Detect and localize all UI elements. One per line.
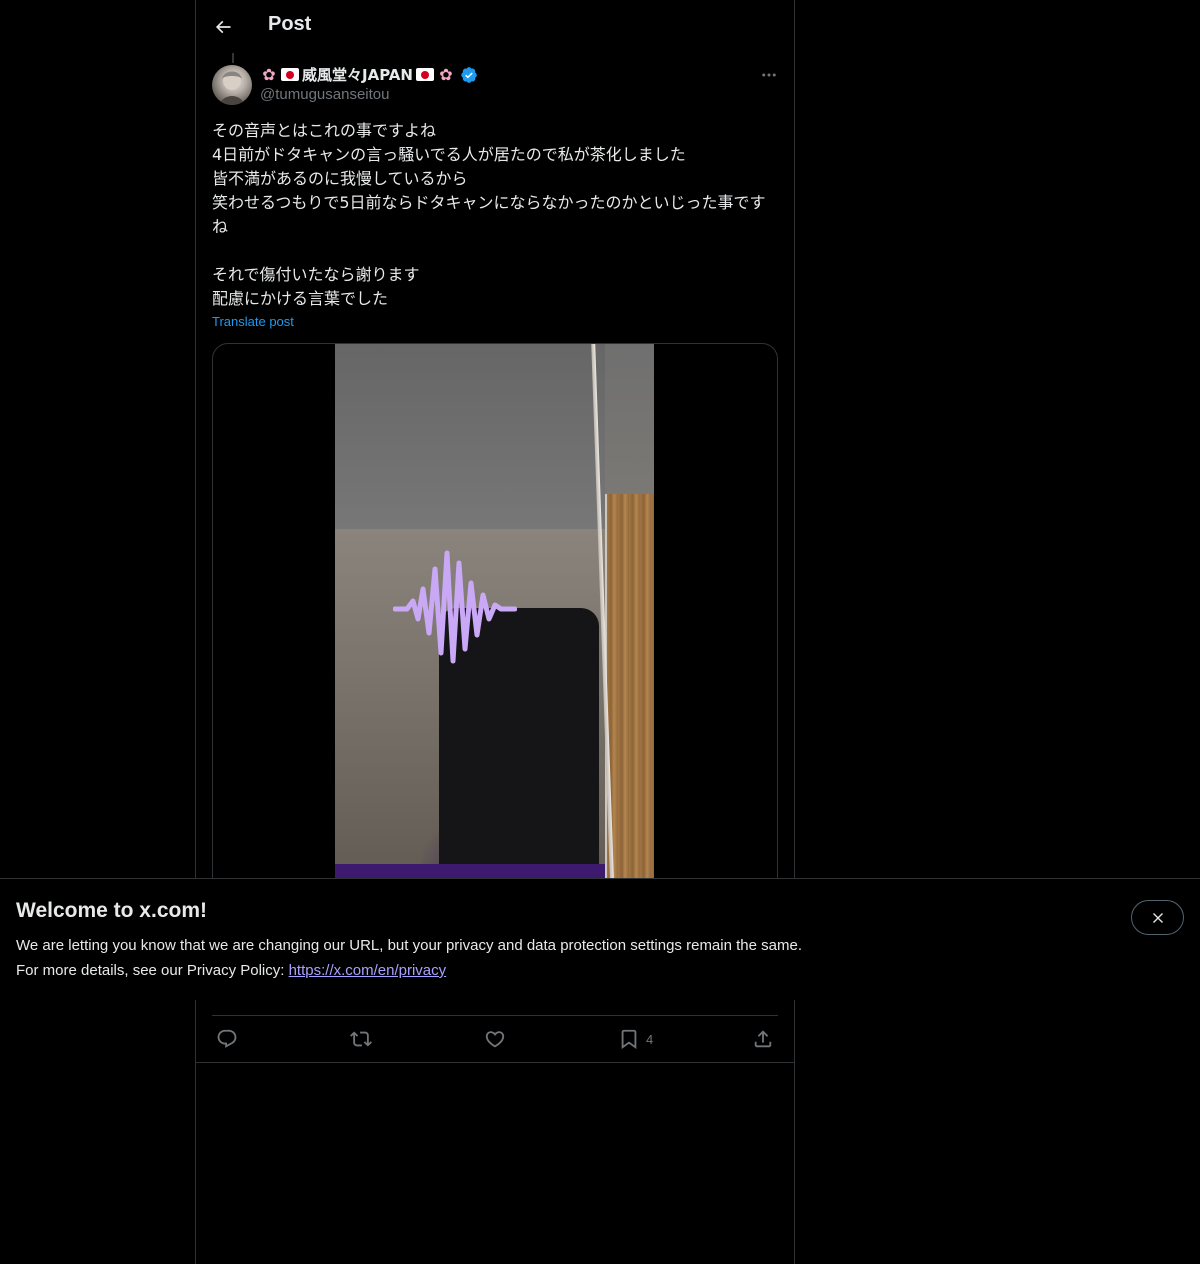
top-bar: Post xyxy=(196,0,794,53)
back-button[interactable] xyxy=(206,10,240,44)
banner-close-button[interactable] xyxy=(1131,900,1184,935)
bookmark-count: 4 xyxy=(646,1031,654,1047)
arrow-left-icon xyxy=(215,20,231,34)
like-button[interactable] xyxy=(484,1026,506,1052)
reply-icon xyxy=(217,1029,237,1048)
close-icon xyxy=(1152,912,1163,923)
japan-flag-icon xyxy=(415,68,434,81)
more-horizontal-icon xyxy=(762,73,776,77)
heart-icon xyxy=(485,1031,505,1048)
post-actions: 4 xyxy=(196,1016,794,1062)
post-text: その音声とはこれの事ですよね 4日前がドタキャンの言っ騒いでる人が居たので私が茶… xyxy=(212,121,766,308)
translate-post-link[interactable]: Translate post xyxy=(212,314,294,329)
cherry-blossom-icon: ✿ xyxy=(439,64,453,84)
avatar[interactable] xyxy=(212,65,252,105)
post-media[interactable] xyxy=(212,343,778,903)
audio-waveform-icon xyxy=(393,550,517,664)
banner-message: We are letting you know that we are chan… xyxy=(16,937,802,954)
author-handle[interactable]: @tumugusanseitou xyxy=(260,86,389,103)
share-icon xyxy=(754,1030,772,1048)
more-options-button[interactable] xyxy=(754,62,784,88)
repost-icon xyxy=(350,1031,372,1047)
cherry-blossom-icon: ✿ xyxy=(262,64,276,84)
post-bottom-divider xyxy=(196,1062,794,1063)
bookmark-button[interactable]: 4 xyxy=(618,1026,653,1052)
page-title: Post xyxy=(268,13,312,35)
banner-privacy-prefix: For more details, see our Privacy Policy… xyxy=(16,962,289,979)
author-display-name: 威風堂々JAPAN xyxy=(302,66,413,84)
author-name[interactable]: ✿ 威風堂々JAPAN ✿ xyxy=(260,64,478,85)
thread-connector xyxy=(232,53,234,63)
verified-badge-icon xyxy=(461,66,477,83)
banner-title: Welcome to x.com! xyxy=(16,899,207,922)
repost-button[interactable] xyxy=(350,1026,372,1052)
share-button[interactable] xyxy=(752,1026,774,1052)
privacy-policy-link[interactable]: https://x.com/en/privacy xyxy=(289,962,447,979)
avatar-image xyxy=(220,71,244,105)
bookmark-icon xyxy=(621,1029,637,1050)
banner-privacy-line: For more details, see our Privacy Policy… xyxy=(16,962,446,979)
japan-flag-icon xyxy=(281,68,299,81)
url-change-banner: Welcome to x.com! We are letting you kno… xyxy=(0,878,1200,1000)
video-player[interactable] xyxy=(335,344,654,902)
video-frame-wall xyxy=(335,344,605,529)
reply-button[interactable] xyxy=(216,1026,238,1052)
primary-column: Post ✿ 威風堂々JAPAN ✿ @tumugusanseitou その音声… xyxy=(195,0,795,1264)
